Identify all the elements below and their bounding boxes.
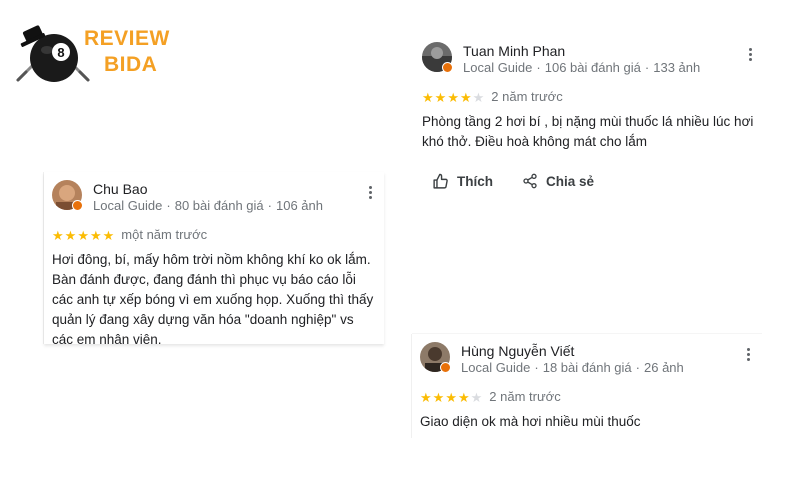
review-header: Chu Bao Local Guide · 80 bài đánh giá · 106 … [52,180,376,216]
star-filled-icon: ★ [77,228,90,243]
share-icon [523,173,537,189]
review-bida-logo: 8 REVIEW BIDA [14,14,194,94]
star-filled-icon: ★ [422,90,435,105]
eight-ball-icon: 8 [16,25,90,82]
star-filled-icon: ★ [102,228,116,243]
review-header: Hùng Nguyễn Viết Local Guide · 18 bài đánh… [420,342,754,378]
review-time: 2 năm trước [491,89,563,104]
share-button[interactable]: Chia sẻ [522,173,594,189]
star-filled-icon: ★ [459,90,473,105]
local-guide-badge-icon [72,200,83,211]
rating-row: ★★★★★ một năm trước [52,227,207,243]
review-text: Phòng tầng 2 hơi bí , bị nặng mùi thuốc … [422,114,754,149]
logo-line-1: REVIEW [84,27,170,50]
svg-text:8: 8 [57,45,64,60]
star-filled-icon: ★ [52,228,65,243]
review-time: một năm trước [121,227,208,242]
like-button[interactable]: Thích [432,173,493,190]
review-time: 2 năm trước [489,389,561,404]
rating-row: ★★★★★ 2 năm trước [420,389,561,405]
review-card-tuan-minh-phan: Tuan Minh Phan Local Guide · 106 bài đánh … [414,34,764,204]
star-rating: ★★★★★ [52,228,115,243]
star-empty-icon: ★ [470,390,484,405]
star-filled-icon: ★ [447,90,460,105]
logo-line-2: BIDA [104,53,158,76]
review-card-chu-bao: Chu Bao Local Guide · 80 bài đánh giá · 106 … [44,172,384,347]
star-filled-icon: ★ [420,390,433,405]
reviewer-name[interactable]: Hùng Nguyễn Viết [461,343,574,359]
star-rating: ★★★★★ [420,390,483,405]
review-text: Hơi đông, bí, mấy hôm trời nồm không khí… [52,252,374,347]
star-filled-icon: ★ [445,390,458,405]
like-label: Thích [457,174,493,189]
review-card-hung-nguyen-viet: Hùng Nguyễn Viết Local Guide · 18 bài đánh… [412,334,762,438]
star-rating: ★★★★★ [422,90,485,105]
star-filled-icon: ★ [434,90,448,105]
star-empty-icon: ★ [472,90,486,105]
reviewer-name[interactable]: Chu Bao [93,181,147,197]
reviewer-meta: Local Guide · 80 bài đánh giá · 106 ảnh [93,198,323,213]
share-label: Chia sẻ [546,173,595,189]
reviewer-meta: Local Guide · 106 bài đánh giá · 133 ảnh [463,60,701,75]
star-filled-icon: ★ [64,228,78,243]
reviewer-meta: Local Guide · 18 bài đánh giá · 26 ảnh [461,360,684,375]
reviewer-name[interactable]: Tuan Minh Phan [463,43,565,59]
local-guide-badge-icon [440,362,451,373]
local-guide-badge-icon [442,62,453,73]
review-text: Giao diện ok mà hơi nhiều mùi thuốc [420,414,641,429]
rating-row: ★★★★★ 2 năm trước [422,89,563,105]
more-options-icon[interactable] [742,346,754,364]
star-filled-icon: ★ [89,228,103,243]
more-options-icon[interactable] [744,46,756,64]
more-options-icon[interactable] [364,184,376,202]
star-filled-icon: ★ [432,390,446,405]
star-filled-icon: ★ [457,390,471,405]
review-header: Tuan Minh Phan Local Guide · 106 bài đánh … [422,42,756,78]
thumbs-up-icon [433,173,448,189]
